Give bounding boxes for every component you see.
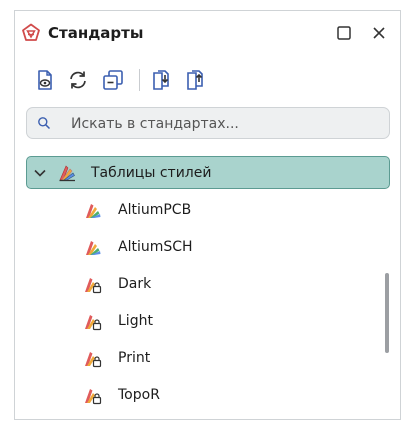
export-icon[interactable] [183, 68, 207, 92]
style-sheet-icon [86, 204, 101, 218]
locked-style-sheet-icon [85, 389, 102, 405]
tree-group-style-tables[interactable]: Таблицы стилей [26, 156, 390, 189]
tree-item-topor[interactable]: TopoR [75, 381, 375, 411]
tree-item-altiumsch[interactable]: AltiumSCH [75, 233, 375, 263]
panel-toolbar [15, 65, 400, 95]
search-input[interactable] [69, 113, 373, 135]
style-sheets-icon [59, 165, 75, 182]
panel-title: Стандарты [48, 24, 144, 42]
tree-item-label: AltiumPCB [118, 202, 192, 218]
panel-titlebar: Стандарты [15, 11, 400, 55]
refresh-icon[interactable] [66, 68, 90, 92]
tree-item-label: TopoR [118, 387, 160, 403]
view-icon[interactable] [33, 68, 57, 92]
search-icon [38, 117, 51, 130]
tree-item-print[interactable]: Print [75, 344, 375, 374]
style-sheet-icon [86, 241, 101, 255]
chevron-down-icon[interactable] [33, 166, 47, 180]
standards-panel: Стандарты Искать в стандартах... Таблицы… [14, 10, 401, 420]
vertical-scrollbar[interactable] [385, 273, 389, 353]
tree-item-dark[interactable]: Dark [75, 270, 375, 300]
locked-style-sheet-icon [85, 352, 102, 368]
import-icon[interactable] [149, 68, 173, 92]
locked-style-sheet-icon [85, 278, 102, 294]
locked-style-sheet-icon [85, 315, 102, 331]
tree-item-altiumpcb[interactable]: AltiumPCB [75, 196, 375, 226]
tree-item-label: Dark [118, 276, 152, 292]
tree-group-label: Таблицы стилей [91, 165, 212, 181]
collapse-all-icon[interactable] [101, 68, 125, 92]
standards-badge-icon [22, 23, 40, 41]
tree-item-label: Light [118, 313, 153, 329]
close-icon[interactable] [370, 24, 388, 42]
search-box[interactable] [26, 107, 390, 139]
maximize-icon[interactable] [335, 24, 353, 42]
toolbar-separator [139, 69, 140, 91]
tree-item-label: AltiumSCH [118, 239, 193, 255]
tree-item-light[interactable]: Light [75, 307, 375, 337]
tree-item-label: Print [118, 350, 151, 366]
